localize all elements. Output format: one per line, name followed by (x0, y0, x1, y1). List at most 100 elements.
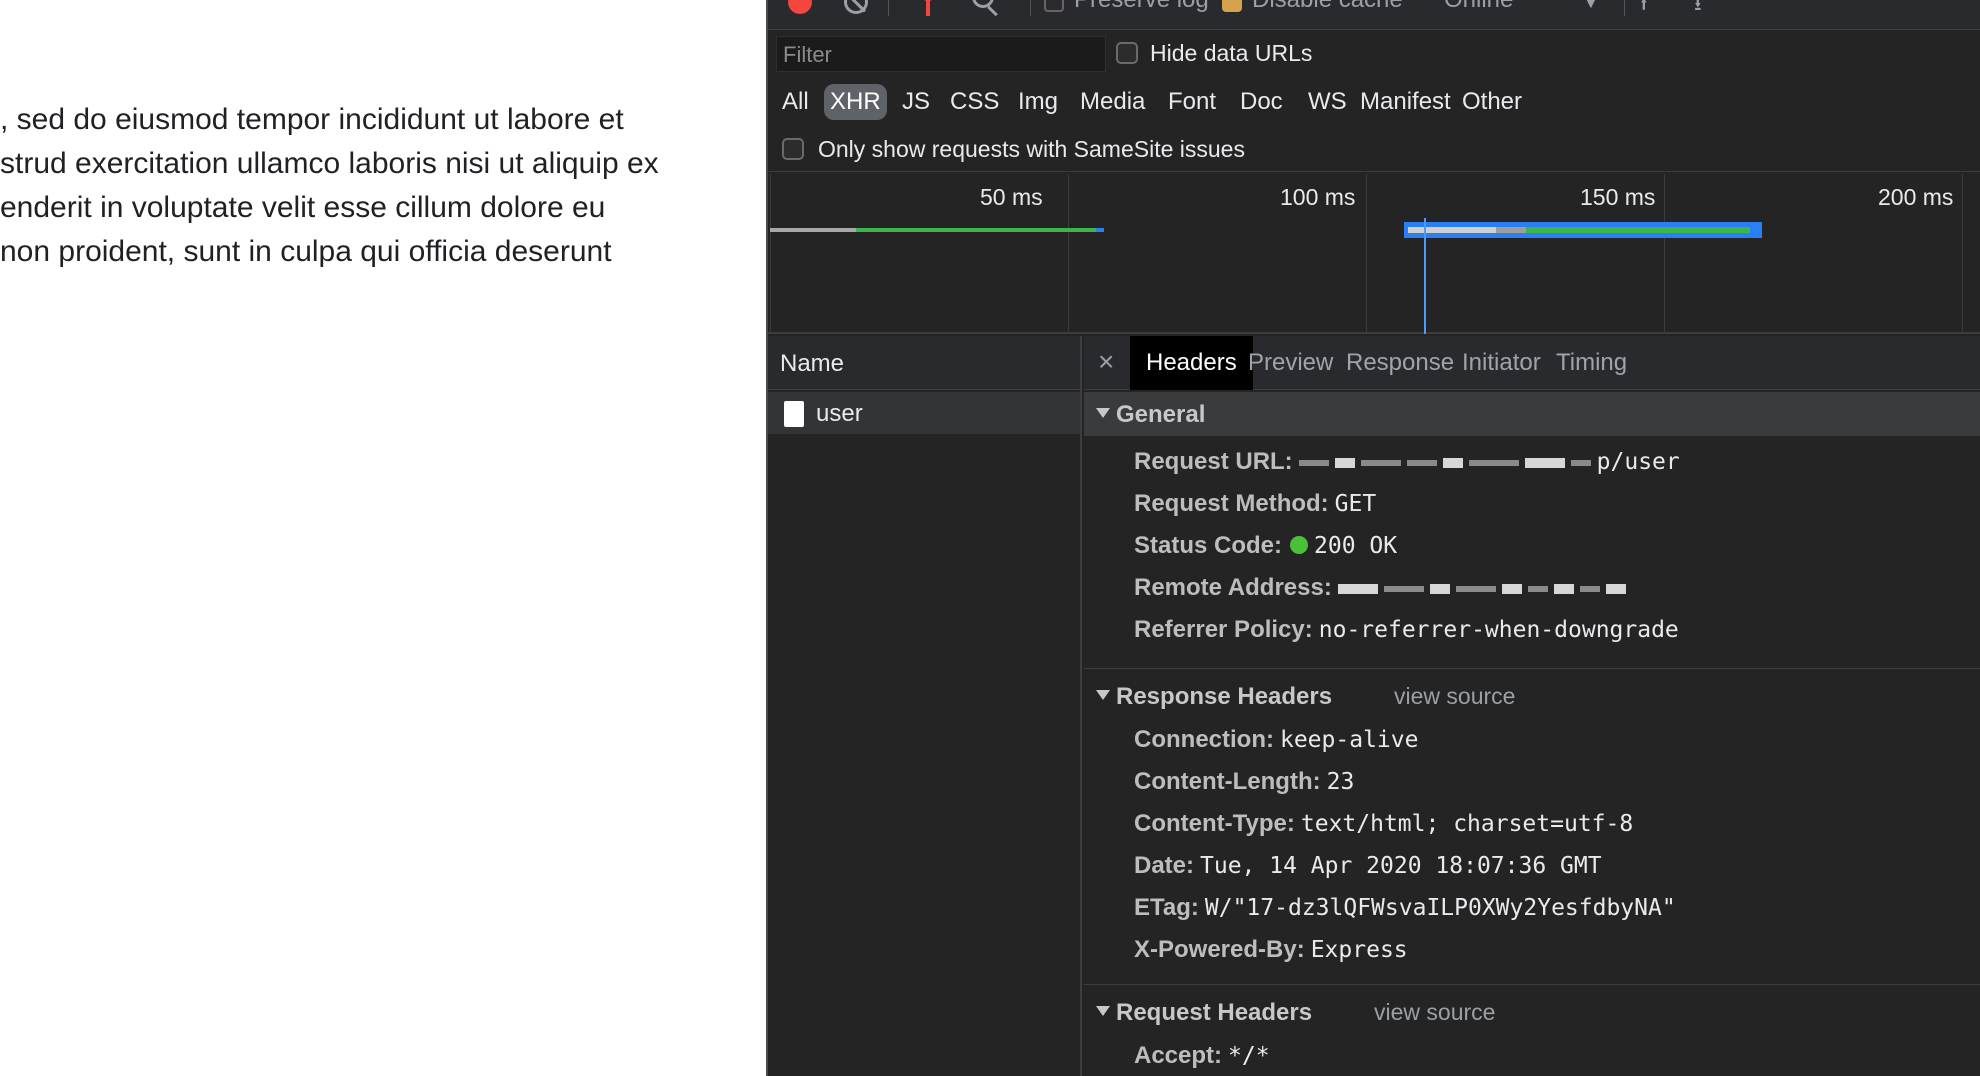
header-key: Request URL: (1134, 448, 1293, 475)
filter-input[interactable]: Filter (776, 36, 1106, 72)
general-section-header[interactable]: General (1084, 392, 1980, 436)
request-list: Name user (768, 336, 1082, 1076)
timeline-selected-request[interactable] (1404, 222, 1762, 238)
request-detail-pane: × Headers Preview Response Initiator Tim… (1084, 336, 1980, 1076)
header-value: p/user (1596, 449, 1680, 475)
response-header-row: Connection: keep-alive (1134, 726, 1418, 760)
request-headers-section-header[interactable]: Request Headers view source (1084, 990, 1980, 1034)
redacted-value (1337, 575, 1632, 603)
disable-cache-checkbox[interactable] (1222, 0, 1242, 12)
tab-timing[interactable]: Timing (1540, 336, 1643, 390)
status-code-row: Status Code: 200 OK (1134, 532, 1397, 566)
resource-type-filter: All XHR JS CSS Img Media Font Doc WS Man… (768, 80, 1980, 124)
header-value: keep-alive (1279, 727, 1419, 753)
type-filter-ws[interactable]: WS (1302, 84, 1353, 120)
clear-icon[interactable] (844, 0, 868, 14)
response-header-row: Content-Type: text/html; charset=utf-8 (1134, 810, 1633, 844)
type-filter-font[interactable]: Font (1162, 84, 1222, 120)
chevron-down-icon[interactable]: ▼ (1582, 0, 1600, 13)
detail-tabs: × Headers Preview Response Initiator Tim… (1084, 336, 1980, 390)
timeline-bar-download (856, 228, 1096, 232)
paragraph-line: non proident, sunt in culpa qui officia … (0, 235, 612, 268)
caret-down-icon (1096, 408, 1110, 418)
timeline-cursor (1424, 218, 1426, 334)
type-filter-manifest[interactable]: Manifest (1354, 84, 1457, 120)
response-header-row: X-Powered-By: Express (1134, 936, 1408, 970)
export-har-icon[interactable]: ⭳ (1694, 0, 1718, 15)
view-source-link[interactable]: view source (1374, 999, 1495, 1026)
timeline-gridline (1962, 174, 1963, 334)
toolbar-separator (888, 0, 889, 16)
page-content: , sed do eiusmod tempor incididunt ut la… (0, 0, 766, 1076)
header-key: Date: (1134, 852, 1195, 879)
record-icon[interactable] (788, 0, 812, 14)
preserve-log-label: Preserve log (1074, 0, 1209, 14)
name-column-header[interactable]: Name (768, 336, 1080, 390)
type-filter-xhr[interactable]: XHR (824, 84, 887, 120)
header-key: Accept: (1134, 1042, 1223, 1069)
paragraph-line: , sed do eiusmod tempor incididunt ut la… (0, 103, 624, 136)
timeline-gridline (770, 174, 771, 334)
preserve-log-checkbox[interactable] (1044, 0, 1064, 12)
header-key: Status Code: (1134, 532, 1283, 559)
header-value: 200 OK (1314, 533, 1398, 559)
response-headers-section-header[interactable]: Response Headers view source (1084, 674, 1980, 718)
response-headers-title: Response Headers (1116, 683, 1333, 710)
header-key: Content-Type: (1134, 810, 1295, 837)
type-filter-media[interactable]: Media (1074, 84, 1151, 120)
request-row-user[interactable]: user (768, 392, 1080, 434)
timeline-tick-label: 50 ms (980, 184, 1043, 210)
request-name: user (816, 400, 863, 427)
search-icon[interactable] (972, 0, 994, 8)
type-filter-js[interactable]: JS (896, 84, 936, 120)
general-title: General (1116, 401, 1206, 428)
network-overview-timeline[interactable]: 50 ms 100 ms 150 ms 200 ms (768, 174, 1980, 334)
document-icon (784, 401, 804, 427)
status-ok-icon (1290, 536, 1309, 554)
header-value: Tue, 14 Apr 2020 18:07:36 GMT (1200, 853, 1602, 879)
lorem-paragraph: , sed do eiusmod tempor incididunt ut la… (0, 98, 766, 274)
close-icon[interactable]: × (1098, 346, 1114, 378)
header-key: ETag: (1134, 894, 1199, 921)
response-header-row: Content-Length: 23 (1134, 768, 1354, 802)
timeline-gridline (1068, 174, 1069, 334)
filter-icon[interactable] (916, 0, 940, 16)
timeline-bar-end (1096, 228, 1104, 232)
toolbar-separator (1624, 0, 1625, 16)
header-value: 23 (1326, 769, 1355, 795)
header-key: Content-Length: (1134, 768, 1321, 795)
header-key: Remote Address: (1134, 574, 1332, 601)
header-value: */* (1228, 1043, 1270, 1069)
header-key: Referrer Policy: (1134, 616, 1313, 643)
type-filter-doc[interactable]: Doc (1234, 84, 1289, 120)
paragraph-line: strud exercitation ullamco laboris nisi … (0, 147, 659, 180)
timeline-bar-waiting (770, 228, 856, 232)
type-filter-img[interactable]: Img (1012, 84, 1064, 120)
view-source-link[interactable]: view source (1394, 683, 1515, 710)
request-header-row: Accept: */* (1134, 1042, 1270, 1076)
type-filter-css[interactable]: CSS (944, 84, 1005, 120)
name-column-label: Name (780, 350, 845, 377)
hide-data-urls-checkbox[interactable] (1116, 42, 1138, 64)
remote-address-row: Remote Address: (1134, 574, 1632, 608)
type-filter-other[interactable]: Other (1456, 84, 1528, 120)
section-divider (1084, 668, 1980, 669)
section-divider (1084, 984, 1980, 985)
header-value: W/"17-dz3lQFWsvaILP0XWy2YesfdbyNA" (1204, 895, 1676, 921)
redacted-value (1298, 449, 1597, 477)
type-filter-all[interactable]: All (776, 84, 815, 120)
samesite-label: Only show requests with SameSite issues (818, 136, 1245, 162)
header-value: text/html; charset=utf-8 (1300, 811, 1634, 837)
throttling-select[interactable]: Online (1444, 0, 1513, 14)
import-har-icon[interactable]: ⭱ (1640, 0, 1664, 15)
timeline-gridline (1664, 174, 1665, 334)
samesite-checkbox[interactable] (782, 138, 804, 160)
timeline-tick-label: 100 ms (1280, 184, 1356, 210)
toolbar-separator (1030, 0, 1031, 16)
response-header-row: Date: Tue, 14 Apr 2020 18:07:36 GMT (1134, 852, 1602, 886)
referrer-policy-row: Referrer Policy: no-referrer-when-downgra… (1134, 616, 1679, 650)
paragraph-line: enderit in voluptate velit esse cillum d… (0, 191, 606, 224)
header-key: Request Method: (1134, 490, 1329, 517)
header-key: X-Powered-By: (1134, 936, 1305, 963)
devtools-network-panel: Preserve log Disable cache Online ▼ ⭱ ⭳ … (766, 0, 1980, 1076)
